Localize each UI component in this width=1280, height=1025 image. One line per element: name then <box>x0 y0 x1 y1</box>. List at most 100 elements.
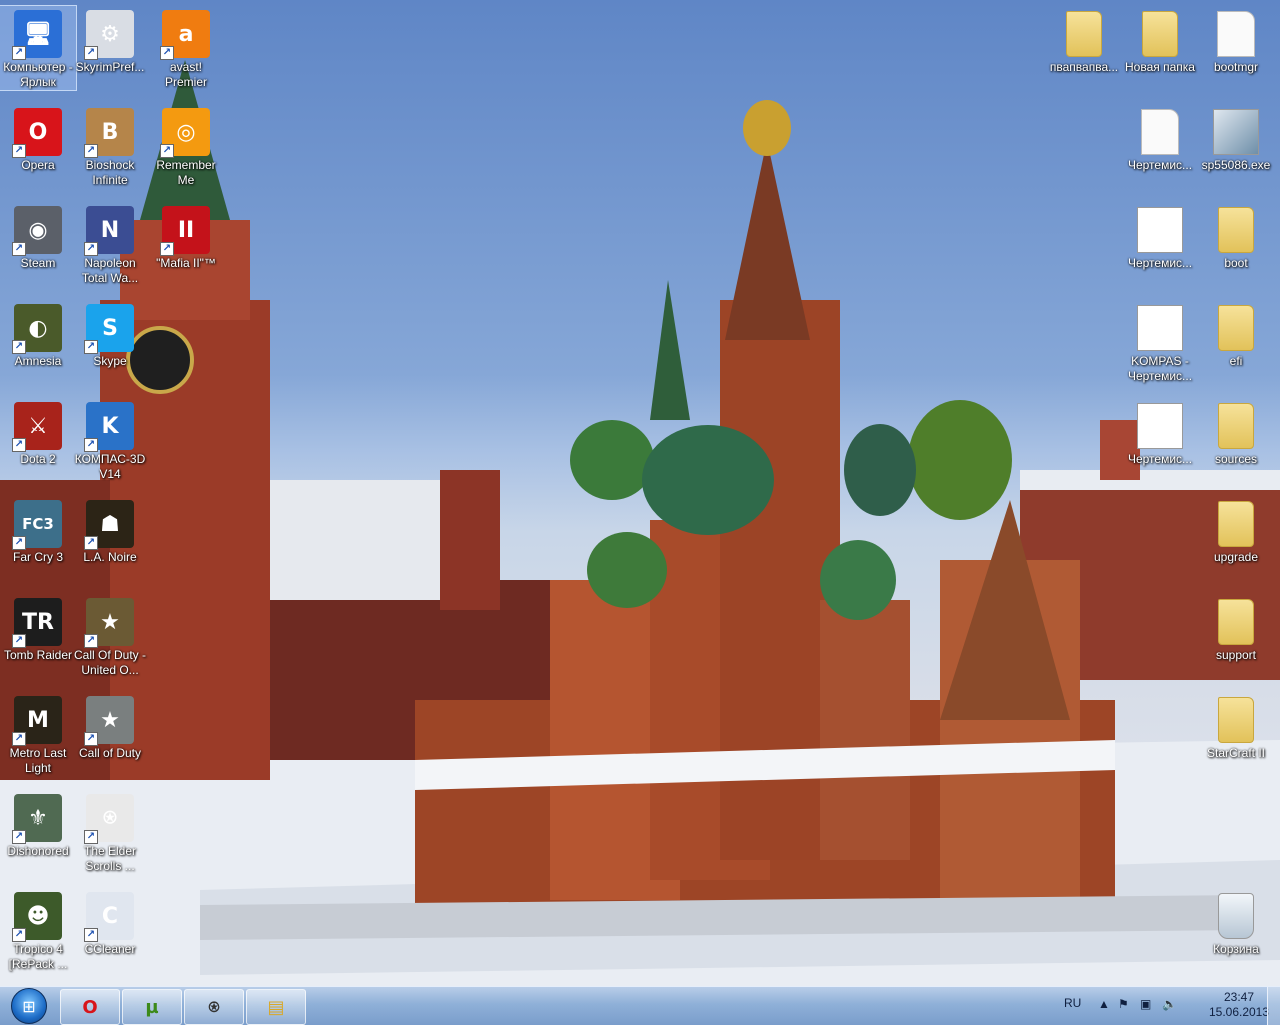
far-cry-3-icon: FC3 ↗ <box>12 500 62 550</box>
desktop-shortcut[interactable]: ◉ ↗ Steam <box>0 202 76 271</box>
desktop-icon-label: KOMPAS - Чертемис... <box>1127 354 1193 383</box>
desktop-icon-label: Remember Me <box>156 158 216 187</box>
taskbar-utorrent-button[interactable]: µ <box>122 989 182 1025</box>
desktop-shortcut[interactable]: StarCraft II <box>1198 692 1274 761</box>
clock[interactable]: 23:47 15.06.2013 <box>1206 990 1272 1020</box>
show-desktop-button[interactable] <box>1267 987 1280 1025</box>
remember-me-icon: ◎ ↗ <box>160 108 210 158</box>
desktop-icon-label: Tomb Raider <box>3 648 73 662</box>
desktop-shortcut[interactable]: efi <box>1198 300 1274 369</box>
action-center-flag-icon[interactable]: ⚑ <box>1118 997 1129 1011</box>
desktop-icon-label: sources <box>1214 452 1258 466</box>
desktop-shortcut[interactable]: ◎ ↗ Remember Me <box>148 104 224 188</box>
desktop-shortcut[interactable]: Чертемис... <box>1122 398 1198 467</box>
desktop-shortcut[interactable]: Чертемис... <box>1122 202 1198 271</box>
desktop-icon-label: sp55086.exe <box>1201 158 1271 172</box>
call-of-duty-icon: ★ ↗ <box>84 696 134 746</box>
desktop-shortcut[interactable]: II ↗ "Mafia II"™ <box>148 202 224 271</box>
desktop-shortcut[interactable]: S ↗ Skype <box>72 300 148 369</box>
desktop-icon-label: support <box>1215 648 1257 662</box>
desktop-shortcut[interactable]: N ↗ Napoleon Total Wa... <box>72 202 148 286</box>
folder-pvapva-icon <box>1060 10 1108 58</box>
folder-upgrade-icon <box>1212 500 1260 548</box>
desktop-icon-label: Чертемис... <box>1127 452 1193 466</box>
network-icon[interactable]: ▣ <box>1140 997 1151 1011</box>
desktop-shortcut[interactable]: boot <box>1198 202 1274 271</box>
sp55086-exe-icon <box>1212 108 1260 156</box>
shortcut-arrow-icon: ↗ <box>160 242 174 256</box>
desktop-shortcut[interactable]: bootmgr <box>1198 6 1274 75</box>
desktop-shortcut[interactable]: K ↗ КОМПАС-3D V14 <box>72 398 148 482</box>
desktop-shortcut[interactable]: ★ ↗ Call of Duty <box>72 692 148 761</box>
avast-premier-icon: a ↗ <box>160 10 210 60</box>
clock-date: 15.06.2013 <box>1208 1005 1270 1019</box>
skype-icon: S ↗ <box>84 304 134 354</box>
volume-icon[interactable]: 🔈 <box>1162 997 1177 1011</box>
desktop-shortcut[interactable]: 🖥 ↗ Компьютер - Ярлык <box>0 5 77 91</box>
shortcut-arrow-icon: ↗ <box>12 830 26 844</box>
desktop-shortcut[interactable]: ⚔ ↗ Dota 2 <box>0 398 76 467</box>
folder-new-icon <box>1136 10 1184 58</box>
chertemis-kompas-icon <box>1136 206 1184 254</box>
computer-shortcut-icon: 🖥 ↗ <box>12 10 62 60</box>
desktop-shortcut[interactable]: M ↗ Metro Last Light <box>0 692 76 776</box>
desktop-shortcut[interactable]: Корзина <box>1198 888 1274 957</box>
desktop-icon-label: КОМПАС-3D V14 <box>74 452 146 481</box>
desktop-shortcut[interactable]: ☗ ↗ L.A. Noire <box>72 496 148 565</box>
desktop-icon-label: upgrade <box>1213 550 1259 564</box>
dishonored-icon: ⚜ ↗ <box>12 794 62 844</box>
taskbar-explorer-button[interactable]: ▤ <box>246 989 306 1025</box>
taskbar-skyrim-button[interactable]: ⍟ <box>184 989 244 1025</box>
folder-shape <box>1066 11 1102 57</box>
folder-boot-icon <box>1212 206 1260 254</box>
bootmgr-file-icon <box>1212 10 1260 58</box>
desktop-icon-label: Чертемис... <box>1127 158 1193 172</box>
desktop-icon-label: L.A. Noire <box>83 550 137 564</box>
desktop-shortcut[interactable]: sources <box>1198 398 1274 467</box>
desktop-shortcut[interactable]: пвапвапва... <box>1046 6 1122 75</box>
shortcut-arrow-icon: ↗ <box>12 438 26 452</box>
amnesia-icon: ◐ ↗ <box>12 304 62 354</box>
desktop-shortcut[interactable]: KOMPAS - Чертемис... <box>1122 300 1198 384</box>
ccleaner-icon: C ↗ <box>84 892 134 942</box>
desktop-icon-label: The Elder Scrolls ... <box>83 844 137 873</box>
desktop-shortcut[interactable]: ⍟ ↗ The Elder Scrolls ... <box>72 790 148 874</box>
desktop-shortcut[interactable]: ⚜ ↗ Dishonored <box>0 790 76 859</box>
desktop-shortcut[interactable]: support <box>1198 594 1274 663</box>
desktop-shortcut[interactable]: ★ ↗ Call Of Duty - United O... <box>72 594 148 678</box>
shortcut-arrow-icon: ↗ <box>84 438 98 452</box>
desktop-shortcut[interactable]: FC3 ↗ Far Cry 3 <box>0 496 76 565</box>
desktop-shortcut[interactable]: ⚙ ↗ SkyrimPref... <box>72 6 148 75</box>
desktop-shortcut[interactable]: ☻ ↗ Tropico 4 [RePack ... <box>0 888 76 972</box>
bioshock-infinite-icon: B ↗ <box>84 108 134 158</box>
folder-shape <box>1142 11 1178 57</box>
folder-shape <box>1218 501 1254 547</box>
desktop-icon-label: avast! Premier <box>164 60 207 89</box>
desktop-shortcut[interactable]: B ↗ Bioshock Infinite <box>72 104 148 188</box>
desktop-shortcut[interactable]: Чертемис... <box>1122 104 1198 173</box>
desktop-icon-label: Корзина <box>1213 942 1259 956</box>
la-noire-icon: ☗ ↗ <box>84 500 134 550</box>
shortcut-arrow-icon: ↗ <box>12 634 26 648</box>
desktop-icon-label: Bioshock Infinite <box>85 158 135 187</box>
desktop-shortcut[interactable]: upgrade <box>1198 496 1274 565</box>
desktop-shortcut[interactable]: C ↗ CCleaner <box>72 888 148 957</box>
desktop-icon-label: Amnesia <box>14 354 62 368</box>
desktop-shortcut[interactable]: TR ↗ Tomb Raider <box>0 594 76 663</box>
desktop-shortcut[interactable]: O ↗ Opera <box>0 104 76 173</box>
folder-shape <box>1218 207 1254 253</box>
shortcut-arrow-icon: ↗ <box>84 340 98 354</box>
recycle-bin-icon <box>1212 892 1260 940</box>
document-shape <box>1137 403 1183 449</box>
desktop-shortcut[interactable]: sp55086.exe <box>1198 104 1274 173</box>
desktop-shortcut[interactable]: Новая папка <box>1122 6 1198 75</box>
shortcut-arrow-icon: ↗ <box>84 928 98 942</box>
desktop-shortcut[interactable]: a ↗ avast! Premier <box>148 6 224 90</box>
language-indicator[interactable]: RU <box>1064 996 1081 1010</box>
mafia-2-icon: II ↗ <box>160 206 210 256</box>
taskbar-opera-button[interactable]: O <box>60 989 120 1025</box>
desktop-shortcut[interactable]: ◐ ↗ Amnesia <box>0 300 76 369</box>
start-button[interactable]: ⊞ <box>2 988 56 1024</box>
system-tray: RU ▲ ⚑ ▣ 🔈 23:47 15.06.2013 <box>1040 987 1280 1025</box>
show-hidden-icons-icon[interactable]: ▲ <box>1098 997 1110 1011</box>
